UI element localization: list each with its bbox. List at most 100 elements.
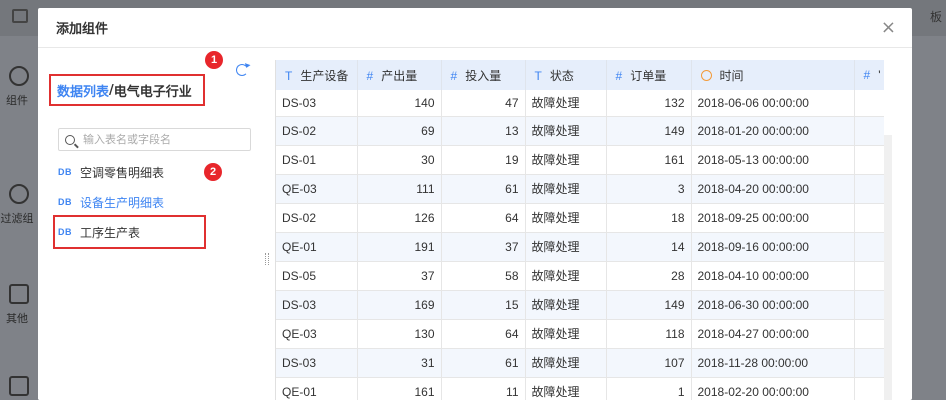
table-header-row: T 生产设备 # 产出量 # 投入量 T 状态 # 订单量 时间 # ' <box>276 60 884 90</box>
table-cell: 37 <box>441 232 526 262</box>
table-cell: 58 <box>441 261 526 291</box>
table-cell <box>854 319 884 349</box>
table-cell: 故障处理 <box>525 261 607 291</box>
table-row: QE-03 130 64 故障处理 118 2018-04-27 00:00:00 <box>276 319 884 349</box>
vertical-scrollbar[interactable] <box>884 135 892 400</box>
number-type-icon: # <box>450 68 458 83</box>
text-type-icon: T <box>285 68 293 83</box>
sidebar-item-more <box>0 376 38 400</box>
data-preview-grid: T 生产设备 # 产出量 # 投入量 T 状态 # 订单量 时间 # ' DS-03 140 4… <box>275 60 884 400</box>
table-cell <box>854 145 884 175</box>
column-header-label: 订单量 <box>630 68 667 83</box>
column-header-label: 时间 <box>719 68 744 83</box>
table-cell: 2018-01-20 00:00:00 <box>691 116 855 146</box>
table-row: QE-01 161 11 故障处理 1 2018-02-20 00:00:00 <box>276 377 884 400</box>
table-cell <box>854 174 884 204</box>
table-cell: 140 <box>357 90 442 117</box>
column-header-label: 产出量 <box>381 68 418 83</box>
column-header-status[interactable]: T 状态 <box>525 60 607 90</box>
table-search-input[interactable] <box>83 133 243 146</box>
table-cell: 28 <box>606 261 692 291</box>
table-cell: DS-05 <box>276 261 358 291</box>
table-cell: 37 <box>357 261 442 291</box>
column-header-input[interactable]: # 投入量 <box>441 60 526 90</box>
panel-splitter[interactable] <box>260 49 274 400</box>
breadcrumb-current-folder: 电气电子行业 <box>113 84 192 100</box>
table-cell: 161 <box>606 145 692 175</box>
add-icon <box>9 66 29 86</box>
document-icon <box>9 284 29 304</box>
table-cell: 故障处理 <box>525 290 607 320</box>
table-item-label: 空调零售明细表 <box>80 165 165 180</box>
column-header-label: ' <box>878 68 881 82</box>
column-header-label: 状态 <box>549 68 574 83</box>
table-cell: DS-03 <box>276 348 358 378</box>
table-item-ac-retail[interactable]: DB 空调零售明细表 <box>58 157 258 187</box>
table-row: DS-03 140 47 故障处理 132 2018-06-06 00:00:00 <box>276 90 884 117</box>
table-cell: 191 <box>357 232 442 262</box>
number-type-icon: # <box>366 68 374 83</box>
column-header-label: 生产设备 <box>300 68 349 83</box>
table-body: DS-03 140 47 故障处理 132 2018-06-06 00:00:00 DS-0… <box>276 90 884 400</box>
breadcrumb-data-list-link[interactable]: 数据列表 <box>57 81 109 100</box>
table-cell: 2018-04-20 00:00:00 <box>691 174 855 204</box>
table-cell: 118 <box>606 319 692 349</box>
table-cell: 故障处理 <box>525 319 607 349</box>
table-cell: 2018-09-16 00:00:00 <box>691 232 855 262</box>
table-cell: 2018-02-20 00:00:00 <box>691 377 855 400</box>
table-cell: 111 <box>357 174 442 204</box>
table-cell: 1 <box>606 377 692 400</box>
breadcrumb: 数据列表 / 电气电子行业 <box>49 74 205 106</box>
table-cell: 故障处理 <box>525 116 607 146</box>
table-cell: 126 <box>357 203 442 233</box>
table-row: QE-03 111 61 故障处理 3 2018-04-20 00:00:00 <box>276 174 884 204</box>
sidebar-item-other: 其他 <box>0 284 38 326</box>
table-search-box[interactable] <box>58 128 251 151</box>
sidebar-item-filter: 过滤组 <box>0 184 38 226</box>
table-cell: 2018-06-30 00:00:00 <box>691 290 855 320</box>
column-header-extra[interactable]: # ' <box>854 60 884 90</box>
column-header-time[interactable]: 时间 <box>691 60 855 90</box>
table-cell: 2018-04-27 00:00:00 <box>691 319 855 349</box>
table-cell: 14 <box>606 232 692 262</box>
number-type-icon: # <box>615 68 623 83</box>
table-cell: QE-03 <box>276 174 358 204</box>
table-row: DS-02 69 13 故障处理 149 2018-01-20 00:00:00 <box>276 116 884 146</box>
refresh-icon[interactable] <box>236 64 248 76</box>
table-cell: 61 <box>441 348 526 378</box>
table-cell <box>854 290 884 320</box>
table-cell: 故障处理 <box>525 232 607 262</box>
column-header-output[interactable]: # 产出量 <box>357 60 442 90</box>
table-cell: 107 <box>606 348 692 378</box>
table-item-equipment-production[interactable]: DB 设备生产明细表 <box>58 187 258 217</box>
table-cell: DS-03 <box>276 90 358 117</box>
table-cell: 19 <box>441 145 526 175</box>
background-topbar-label: 板 <box>929 10 942 24</box>
search-icon <box>65 134 75 145</box>
table-cell: 69 <box>357 116 442 146</box>
menu-icon <box>12 9 28 23</box>
table-cell: 161 <box>357 377 442 400</box>
table-row: DS-03 31 61 故障处理 107 2018-11-28 00:00:00 <box>276 348 884 378</box>
background-sidebar: 组件 过滤组 其他 <box>0 36 38 400</box>
database-icon: DB <box>58 167 72 177</box>
table-row: DS-03 169 15 故障处理 149 2018-06-30 00:00:00 <box>276 290 884 320</box>
add-component-dialog: 添加组件 × 数据列表 / 电气电子行业 1 DB 空调零售明细表 <box>38 8 912 400</box>
table-cell: 2018-09-25 00:00:00 <box>691 203 855 233</box>
close-icon[interactable]: × <box>881 18 896 37</box>
number-type-icon: # <box>863 68 871 82</box>
column-header-equipment[interactable]: T 生产设备 <box>276 60 358 90</box>
dialog-title: 添加组件 <box>56 22 109 37</box>
selected-table-highlight <box>53 215 206 249</box>
filter-icon <box>9 184 29 204</box>
table-cell <box>854 203 884 233</box>
table-cell <box>854 90 884 117</box>
table-cell: 13 <box>441 116 526 146</box>
table-cell: 64 <box>441 203 526 233</box>
table-cell <box>854 116 884 146</box>
table-item-label: 设备生产明细表 <box>80 195 165 210</box>
table-cell: 169 <box>357 290 442 320</box>
column-header-orders[interactable]: # 订单量 <box>606 60 692 90</box>
drag-handle-icon[interactable] <box>265 253 269 265</box>
dialog-header: 添加组件 × <box>38 8 912 48</box>
